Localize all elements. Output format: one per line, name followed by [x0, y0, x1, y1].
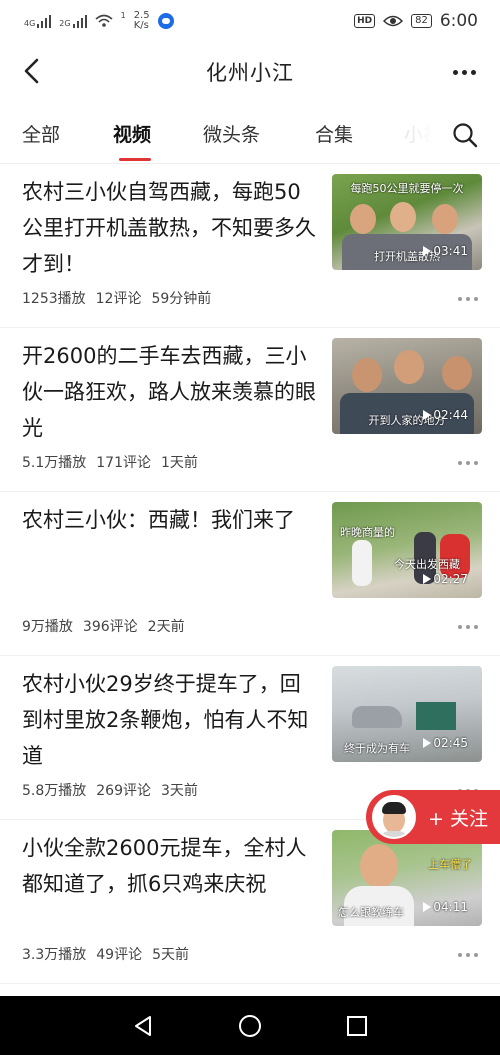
- network-speed: 2.5 K/s: [133, 10, 150, 31]
- video-duration: 02:27: [423, 572, 468, 586]
- play-count: 3.3万播放: [22, 947, 87, 963]
- publish-time: 2天前: [147, 619, 185, 635]
- feed-item-title[interactable]: 小伙全款2600元提车，全村人都知道了，抓6只鸡来庆祝: [22, 830, 320, 902]
- cloud-app-icon: [157, 13, 174, 29]
- play-count: 1253播放: [22, 291, 86, 307]
- thumbnail-top-caption: 昨晚商量的: [340, 526, 395, 539]
- tab-collections[interactable]: 合集: [315, 120, 353, 147]
- nav-home-button[interactable]: [235, 1011, 265, 1041]
- nav-back-button[interactable]: [128, 1011, 158, 1041]
- thumbnail-caption: 今天出发西藏: [394, 558, 460, 571]
- comment-count: 396评论: [82, 619, 138, 635]
- battery-indicator: 82: [411, 14, 432, 28]
- video-duration: 04:11: [423, 900, 468, 914]
- tab-all[interactable]: 全部: [22, 120, 60, 147]
- publish-time: 1天前: [161, 455, 198, 471]
- wifi-extra: 1: [120, 11, 126, 20]
- status-bar: 4G 2G 1 2.5 K/s HD 82 6:00: [0, 0, 500, 42]
- video-thumbnail[interactable]: 每跑50公里就要停一次 打开机盖散热 03:41: [332, 174, 482, 270]
- video-thumbnail[interactable]: 昨晚商量的 今天出发西藏 02:27: [332, 502, 482, 598]
- item-more-icon[interactable]: [458, 297, 478, 301]
- comment-count: 49评论: [96, 947, 143, 963]
- wifi-icon: [95, 14, 113, 27]
- feed-item-meta: 5.8万播放 269评论 3天前: [22, 780, 198, 800]
- triangle-back-icon: [135, 1015, 152, 1036]
- tab-video[interactable]: 视频: [113, 120, 151, 147]
- video-thumbnail[interactable]: 上车懵了 怎么跟教练车 04:11: [332, 830, 482, 926]
- play-count: 5.1万播放: [22, 455, 87, 471]
- feed-item-meta: 5.1万播放 171评论 1天前: [22, 452, 198, 472]
- nav-recents-button[interactable]: [342, 1011, 372, 1041]
- follow-button[interactable]: + 关注: [366, 790, 500, 844]
- tab-micro-headlines[interactable]: 微头条: [203, 120, 260, 147]
- feed-item-title[interactable]: 农村小伙29岁终于提车了，回到村里放2条鞭炮，怕有人不知道: [22, 666, 320, 774]
- feed-item-meta: 1253播放 12评论 59分钟前: [22, 288, 211, 308]
- publish-time: 3天前: [161, 783, 198, 799]
- video-duration: 03:41: [423, 244, 468, 258]
- comment-count: 12评论: [95, 291, 142, 307]
- square-recents-icon: [346, 1015, 367, 1036]
- video-duration: 02:44: [423, 408, 468, 422]
- status-right: HD 82 6:00: [354, 11, 478, 31]
- comment-count: 269评论: [96, 783, 151, 799]
- feed-item[interactable]: 农村三小伙：西藏！我们来了 9万播放 396评论 2天前 昨晚商量的 今天出发西…: [0, 492, 500, 656]
- publish-time: 59分钟前: [151, 291, 212, 307]
- video-feed: 农村三小伙自驾西藏，每跑50公里打开机盖散热，不知要多久才到！ 1253播放 1…: [0, 164, 500, 984]
- chevron-left-icon[interactable]: [18, 56, 48, 86]
- more-dots-icon[interactable]: [448, 60, 480, 84]
- tab-fade: [380, 102, 500, 163]
- tab-bar: 全部 视频 微头条 合集 小视: [0, 102, 500, 164]
- signal-icon: [72, 14, 87, 28]
- item-more-icon[interactable]: [458, 953, 478, 957]
- feed-item[interactable]: 小伙全款2600元提车，全村人都知道了，抓6只鸡来庆祝 3.3万播放 49评论 …: [0, 820, 500, 984]
- video-duration: 02:45: [423, 736, 468, 750]
- play-count: 5.8万播放: [22, 783, 87, 799]
- page-title: 化州小江: [206, 61, 294, 85]
- item-more-icon[interactable]: [458, 625, 478, 629]
- clock: 6:00: [439, 11, 478, 31]
- video-thumbnail[interactable]: 开到人家的地方 02:44: [332, 338, 482, 434]
- feed-item-title[interactable]: 农村三小伙：西藏！我们来了: [22, 502, 320, 538]
- play-count: 9万播放: [22, 619, 73, 635]
- search-icon[interactable]: [452, 122, 478, 148]
- feed-item-title[interactable]: 开2600的二手车去西藏，三小伙一路狂欢，路人放来羡慕的眼光: [22, 338, 320, 446]
- status-left: 4G 2G 1 2.5 K/s: [24, 11, 174, 31]
- follow-label: + 关注: [428, 807, 488, 830]
- active-tab-indicator: [119, 158, 151, 161]
- comment-count: 171评论: [96, 455, 151, 471]
- video-thumbnail[interactable]: 终于成为有车 02:45: [332, 666, 482, 762]
- thumbnail-top-caption: 每跑50公里就要停一次: [350, 182, 464, 195]
- publish-time: 5天前: [152, 947, 190, 963]
- network-2g-indicator: 2G: [59, 14, 87, 28]
- hd-badge: HD: [354, 14, 376, 28]
- feed-item[interactable]: 农村三小伙自驾西藏，每跑50公里打开机盖散热，不知要多久才到！ 1253播放 1…: [0, 164, 500, 328]
- feed-item-title[interactable]: 农村三小伙自驾西藏，每跑50公里打开机盖散热，不知要多久才到！: [22, 174, 320, 282]
- avatar: [372, 795, 416, 839]
- eye-icon: [383, 15, 404, 27]
- network-4g-indicator: 4G: [24, 14, 52, 28]
- item-more-icon[interactable]: [458, 461, 478, 465]
- title-bar: 化州小江: [0, 42, 500, 102]
- feed-item[interactable]: 开2600的二手车去西藏，三小伙一路狂欢，路人放来羡慕的眼光 5.1万播放 17…: [0, 328, 500, 492]
- signal-icon: [37, 14, 52, 28]
- thumbnail-top-caption: 上车懵了: [428, 858, 472, 871]
- circle-home-icon: [238, 1014, 261, 1037]
- feed-item-meta: 3.3万播放 49评论 5天前: [22, 944, 189, 964]
- feed-item-meta: 9万播放 396评论 2天前: [22, 616, 185, 636]
- system-nav-bar: [0, 996, 500, 1055]
